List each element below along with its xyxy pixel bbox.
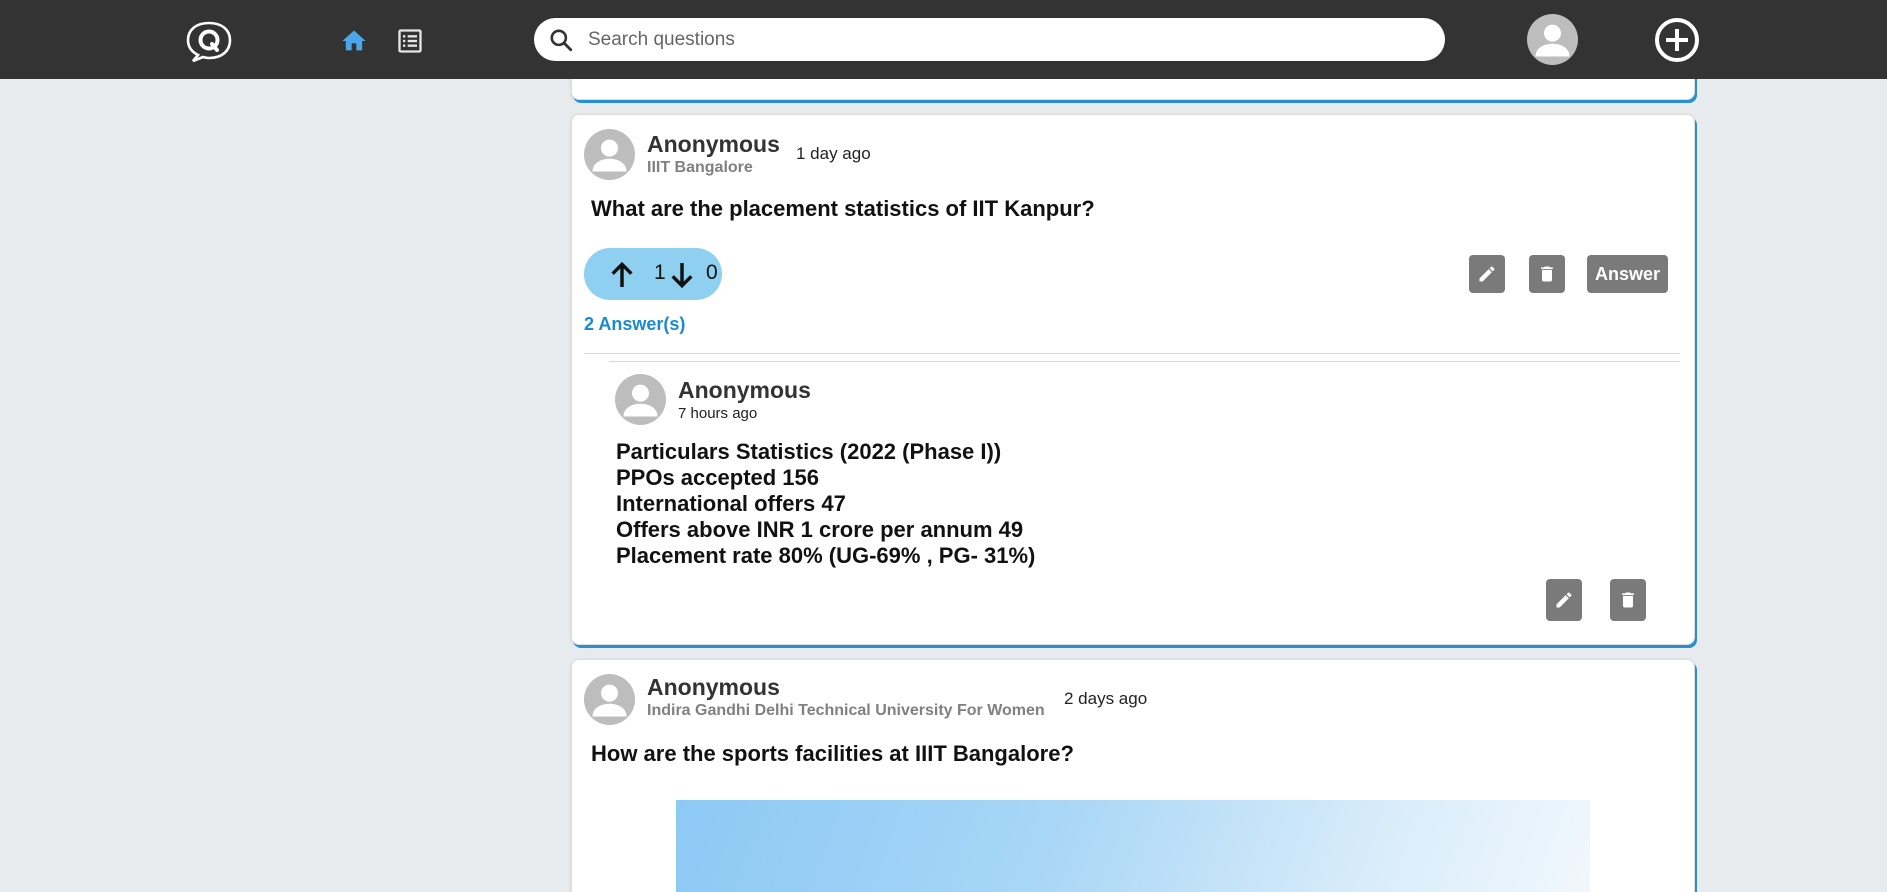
avatar-icon — [623, 384, 658, 417]
answer-author-avatar[interactable] — [615, 374, 666, 425]
answer-line: International offers 47 — [616, 491, 846, 516]
answer-line: Placement rate 80% (UG-69% , PG- 31%) — [616, 543, 1036, 568]
delete-answer-button[interactable] — [1610, 579, 1646, 621]
author-name[interactable]: Anonymous — [647, 674, 780, 701]
downvote-count: 0 — [706, 261, 718, 284]
trash-icon — [1622, 592, 1634, 608]
answer-author-name[interactable]: Anonymous — [678, 377, 811, 404]
profile-avatar[interactable] — [1527, 14, 1578, 65]
answer-line: PPOs accepted 156 — [616, 465, 820, 490]
pencil-icon — [1479, 266, 1495, 282]
answer-divider — [609, 361, 1680, 362]
post-time: 2 days ago — [1064, 689, 1148, 708]
edit-answer-button[interactable] — [1546, 579, 1582, 621]
home-icon[interactable] — [340, 27, 368, 55]
arrow-up-icon[interactable] — [606, 259, 638, 291]
delete-question-button[interactable] — [1529, 255, 1565, 293]
avatar-icon — [592, 139, 627, 172]
edit-question-button[interactable] — [1469, 255, 1505, 293]
answer-line: Offers above INR 1 crore per annum 49 — [616, 517, 1024, 542]
arrow-down-icon[interactable] — [666, 259, 698, 291]
author-name[interactable]: Anonymous — [647, 131, 780, 158]
question-card: Anonymous IIIT Bangalore 1 day ago What … — [571, 114, 1695, 645]
list-icon[interactable] — [396, 27, 424, 55]
author-org: IIIT Bangalore — [647, 159, 753, 176]
vote-pill: 1 0 — [584, 248, 722, 300]
search-input[interactable] — [588, 24, 1428, 55]
trash-icon — [1541, 266, 1553, 282]
answer-time: 7 hours ago — [678, 405, 758, 422]
quora-logo-icon[interactable] — [184, 20, 234, 64]
search-icon — [548, 27, 574, 53]
search-bar[interactable] — [534, 18, 1445, 61]
add-circle-icon[interactable] — [1653, 16, 1701, 64]
top-navbar — [0, 0, 1887, 79]
answer-body: Particulars Statistics (2022 (Phase I)) … — [616, 439, 1035, 569]
question-title[interactable]: What are the placement statistics of IIT… — [591, 196, 1095, 222]
author-avatar[interactable] — [584, 129, 635, 180]
answer-line: Particulars Statistics (2022 (Phase I)) — [616, 439, 1002, 464]
question-title[interactable]: How are the sports facilities at IIIT Ba… — [591, 741, 1074, 767]
answers-divider — [584, 353, 1680, 354]
pencil-icon — [1556, 592, 1572, 608]
post-time: 1 day ago — [796, 144, 871, 163]
author-avatar[interactable] — [584, 674, 635, 725]
avatar-icon — [1535, 24, 1570, 57]
question-image[interactable] — [676, 800, 1590, 892]
answer-button[interactable]: Answer — [1587, 255, 1668, 293]
question-card: Anonymous Indira Gandhi Delhi Technical … — [571, 659, 1695, 892]
avatar-icon — [592, 684, 627, 717]
author-org: Indira Gandhi Delhi Technical University… — [647, 702, 1045, 719]
upvote-count: 1 — [654, 261, 666, 284]
answers-count-link[interactable]: 2 Answer(s) — [584, 314, 685, 335]
